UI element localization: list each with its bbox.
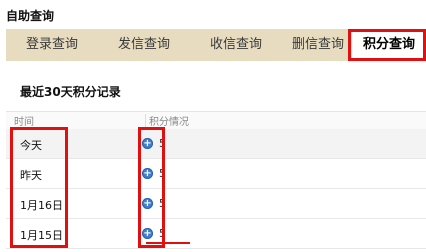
table-row: 今天 + 5 [6, 129, 426, 159]
points-query-page: 自助查询 登录查询 发信查询 收信查询 删信查询 积分查询 最近30天积分记录 … [0, 0, 426, 252]
highlight-box-points [138, 127, 165, 248]
tab-deleted-mail-query[interactable]: 删信查询 [280, 29, 356, 61]
highlight-box-dates [10, 127, 68, 248]
tab-login-query[interactable]: 登录查询 [14, 29, 90, 61]
column-header-points: 积分情况 [149, 117, 189, 128]
highlight-box-points-tab [348, 29, 426, 61]
highlight-underline [146, 242, 190, 244]
page-title: 自助查询 [6, 9, 55, 23]
column-header-time: 时间 [14, 117, 34, 128]
section-title: 最近30天积分记录 [20, 85, 121, 99]
table-row: 1月15日 + 5 [6, 219, 426, 249]
table-row: 昨天 + 5 [6, 159, 426, 189]
column-divider [145, 114, 146, 127]
table-row: 1月16日 + 5 [6, 189, 426, 219]
tab-received-mail-query[interactable]: 收信查询 [198, 29, 274, 61]
tab-sent-mail-query[interactable]: 发信查询 [106, 29, 182, 61]
table-header: 时间 积分情况 [6, 111, 426, 130]
